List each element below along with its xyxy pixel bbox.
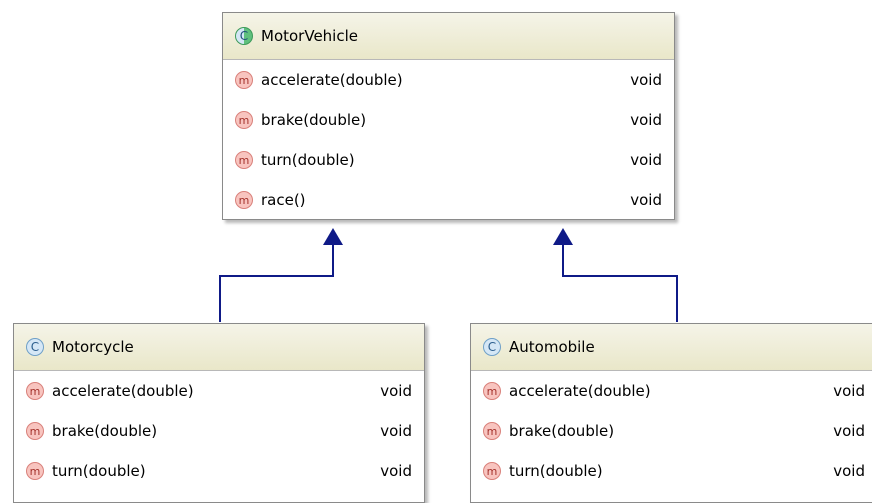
method-return-type: void xyxy=(630,151,662,169)
class-name: Automobile xyxy=(509,338,595,356)
method-name: brake(double) xyxy=(509,422,615,440)
class-box-motorvehicle[interactable]: C MotorVehicle m accelerate(double) void… xyxy=(222,12,675,220)
method-name: brake(double) xyxy=(52,422,158,440)
class-c-icon: C xyxy=(483,338,501,356)
method-m-icon: m xyxy=(26,382,44,400)
method-row[interactable]: m brake(double) void xyxy=(223,100,674,140)
method-row[interactable]: m brake(double) void xyxy=(14,411,424,451)
method-m-icon: m xyxy=(235,191,253,209)
method-name: race() xyxy=(261,191,306,209)
motorcycle-inheritance-line xyxy=(219,244,334,322)
method-m-icon: m xyxy=(235,71,253,89)
method-return-type: void xyxy=(380,382,412,400)
method-m-icon: m xyxy=(26,422,44,440)
automobile-inheritance-line xyxy=(562,244,678,322)
class-header[interactable]: C Automobile xyxy=(471,324,872,371)
class-name: MotorVehicle xyxy=(261,27,358,45)
method-return-type: void xyxy=(380,422,412,440)
class-header[interactable]: C MotorVehicle xyxy=(223,13,674,60)
method-m-icon: m xyxy=(235,111,253,129)
method-row[interactable]: m turn(double) void xyxy=(223,140,674,180)
class-c-icon: C xyxy=(235,27,253,45)
method-return-type: void xyxy=(380,462,412,480)
method-name: accelerate(double) xyxy=(509,382,651,400)
method-row[interactable]: m turn(double) void xyxy=(471,451,872,491)
automobile-inheritance-arrowhead xyxy=(553,228,573,245)
method-row[interactable]: m accelerate(double) void xyxy=(223,60,674,100)
method-m-icon: m xyxy=(483,422,501,440)
method-name: turn(double) xyxy=(261,151,355,169)
method-name: brake(double) xyxy=(261,111,367,129)
method-return-type: void xyxy=(630,71,662,89)
method-row[interactable]: m turn(double) void xyxy=(14,451,424,491)
method-return-type: void xyxy=(833,462,865,480)
method-return-type: void xyxy=(833,382,865,400)
class-box-motorcycle[interactable]: C Motorcycle m accelerate(double) void m… xyxy=(13,323,425,503)
method-return-type: void xyxy=(630,191,662,209)
class-header[interactable]: C Motorcycle xyxy=(14,324,424,371)
method-m-icon: m xyxy=(235,151,253,169)
method-row[interactable]: m race() void xyxy=(223,180,674,220)
method-return-type: void xyxy=(833,422,865,440)
method-m-icon: m xyxy=(483,382,501,400)
method-row[interactable]: m accelerate(double) void xyxy=(14,371,424,411)
method-m-icon: m xyxy=(483,462,501,480)
class-box-automobile[interactable]: C Automobile m accelerate(double) void m… xyxy=(470,323,872,503)
method-return-type: void xyxy=(630,111,662,129)
method-name: accelerate(double) xyxy=(52,382,194,400)
motorcycle-inheritance-arrowhead xyxy=(323,228,343,245)
method-name: turn(double) xyxy=(509,462,603,480)
method-row[interactable]: m brake(double) void xyxy=(471,411,872,451)
method-row[interactable]: m accelerate(double) void xyxy=(471,371,872,411)
method-m-icon: m xyxy=(26,462,44,480)
class-name: Motorcycle xyxy=(52,338,134,356)
method-name: accelerate(double) xyxy=(261,71,403,89)
method-name: turn(double) xyxy=(52,462,146,480)
class-c-icon: C xyxy=(26,338,44,356)
